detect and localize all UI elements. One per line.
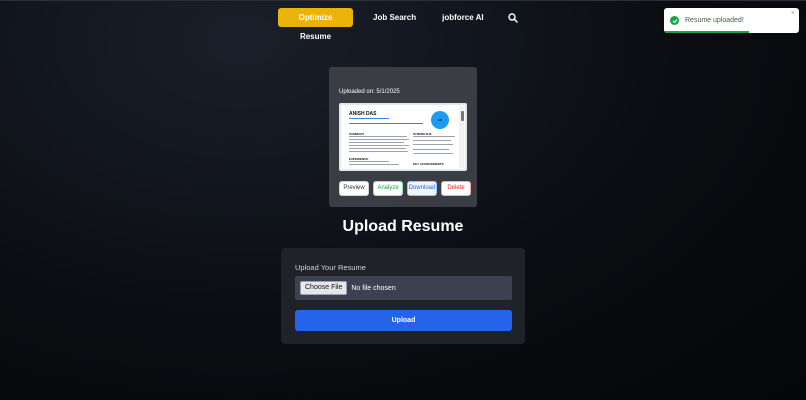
download-button[interactable]: Download — [407, 181, 437, 196]
text-line — [413, 136, 455, 137]
resume-contact-line — [349, 123, 423, 124]
resume-card: Uploaded on: 5/1/2025 ANISH DAS AD SUMMA… — [329, 67, 477, 207]
search-icon[interactable] — [507, 12, 518, 23]
close-icon[interactable]: × — [791, 10, 795, 17]
success-toast: Resume uploaded! × — [664, 8, 799, 33]
uploaded-date: Uploaded on: 5/1/2025 — [339, 89, 400, 95]
text-line — [349, 151, 408, 152]
resume-preview-frame[interactable]: ANISH DAS AD SUMMARY STRENGTHS EXPERIENC… — [339, 103, 467, 171]
text-line — [413, 153, 453, 154]
analyze-button[interactable]: Analyze — [373, 181, 403, 196]
resume-actions: Preview Analyze Download Delete — [339, 181, 471, 196]
toast-message: Resume uploaded! — [685, 17, 744, 24]
text-line — [413, 140, 451, 141]
text-line — [349, 139, 409, 140]
text-line — [349, 145, 409, 146]
text-line — [349, 161, 389, 162]
text-line — [349, 164, 399, 165]
resume-section-achievements: KEY ACHIEVEMENTS — [413, 162, 444, 166]
upload-button[interactable]: Upload — [295, 310, 512, 331]
resume-role-line — [349, 118, 389, 119]
upload-panel: Upload Your Resume Choose File No file c… — [281, 248, 525, 344]
jobforce-ai-link[interactable]: jobforce AI — [442, 8, 483, 27]
text-line — [349, 142, 404, 143]
resume-avatar: AD — [431, 111, 449, 129]
upload-label: Upload Your Resume — [295, 263, 366, 272]
file-input[interactable]: Choose File No file chosen — [295, 276, 512, 300]
top-border — [0, 0, 806, 1]
text-line — [349, 148, 406, 149]
top-nav: Optimize Resume Job Search jobforce AI — [278, 8, 518, 41]
check-circle-icon — [670, 16, 679, 25]
text-line — [349, 136, 407, 137]
text-line — [413, 149, 449, 150]
job-search-link[interactable]: Job Search — [373, 8, 416, 27]
preview-scrollbar-thumb[interactable] — [461, 111, 464, 121]
toast-progress-bar — [664, 31, 750, 33]
choose-file-button[interactable]: Choose File — [300, 281, 348, 295]
delete-button[interactable]: Delete — [441, 181, 471, 196]
optimize-resume-button[interactable]: Optimize Resume — [278, 8, 353, 41]
text-line — [413, 144, 453, 145]
resume-name: ANISH DAS — [349, 111, 377, 117]
page-title: Upload Resume — [342, 218, 464, 235]
file-status: No file chosen — [351, 284, 396, 292]
preview-button[interactable]: Preview — [339, 181, 369, 196]
